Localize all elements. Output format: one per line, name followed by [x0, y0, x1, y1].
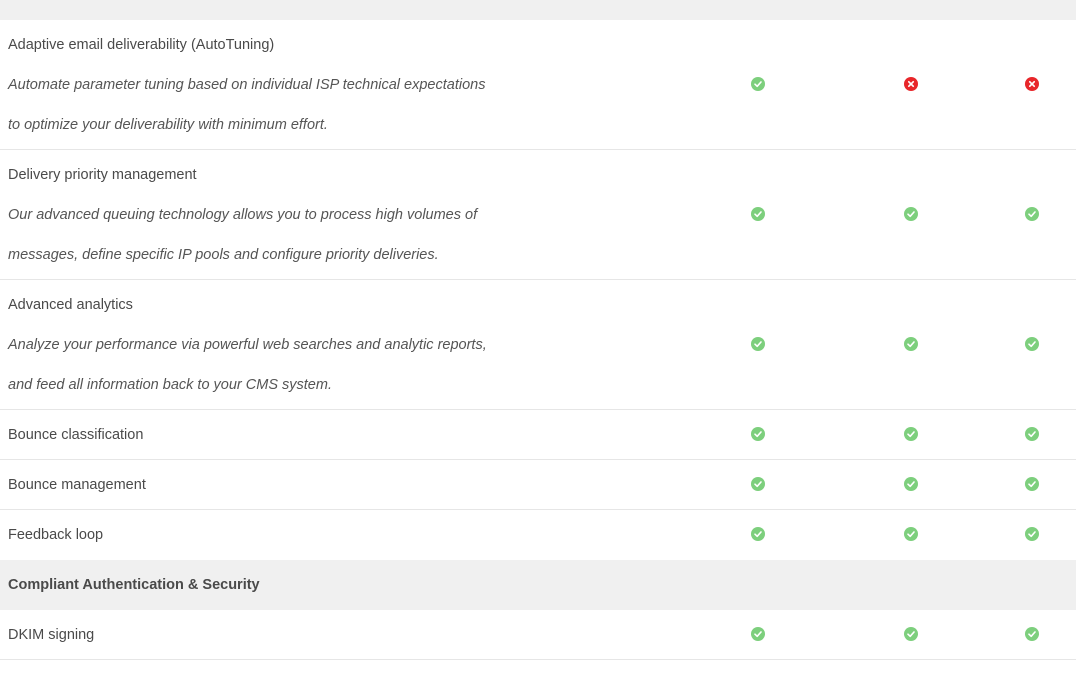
table-row: DKIM signing	[0, 610, 1076, 660]
check-icon	[1025, 207, 1039, 221]
table-row: Bounce classification	[0, 410, 1076, 460]
check-icon	[1025, 337, 1039, 351]
check-icon	[904, 337, 918, 351]
check-icon	[904, 207, 918, 221]
table-row: Delivery priority management Our advance…	[0, 150, 1076, 280]
check-icon	[751, 337, 765, 351]
feature-title: Delivery priority management	[8, 167, 197, 183]
feature-comparison-table: Adaptive email deliverability (AutoTunin…	[0, 0, 1076, 675]
feature-title: Bounce classification	[8, 427, 144, 443]
feature-description-line: and feed all information back to your CM…	[8, 377, 332, 393]
table-row: Feedback loop	[0, 510, 1076, 559]
check-icon	[1025, 477, 1039, 491]
check-icon	[751, 77, 765, 91]
feature-title: DKIM signing	[8, 627, 95, 643]
feature-description-line: messages, define specific IP pools and c…	[8, 247, 439, 263]
cross-icon	[1025, 77, 1039, 91]
check-icon	[751, 427, 765, 441]
feature-description-line: to optimize your deliverability with min…	[8, 117, 328, 133]
check-icon	[1025, 427, 1039, 441]
feature-title: Bounce management	[8, 477, 146, 493]
check-icon	[751, 477, 765, 491]
table-row: Advanced analytics Analyze your performa…	[0, 280, 1076, 410]
check-icon	[751, 207, 765, 221]
check-icon	[904, 477, 918, 491]
feature-title: Adaptive email deliverability (AutoTunin…	[8, 37, 275, 53]
check-icon	[904, 427, 918, 441]
section-header-band-top	[0, 0, 1076, 20]
feature-title: Advanced analytics	[8, 297, 133, 313]
table-row: Bounce management	[0, 460, 1076, 510]
section-title: Compliant Authentication & Security	[8, 577, 260, 593]
feature-description-line: Our advanced queuing technology allows y…	[8, 207, 478, 223]
check-icon	[904, 627, 918, 641]
table-row: Adaptive email deliverability (AutoTunin…	[0, 20, 1076, 150]
check-icon	[751, 627, 765, 641]
check-icon	[1025, 627, 1039, 641]
feature-description-line: Analyze your performance via powerful we…	[8, 337, 487, 353]
feature-title: Feedback loop	[8, 527, 104, 543]
check-icon	[1025, 527, 1039, 541]
feature-description-line: Automate parameter tuning based on indiv…	[8, 77, 486, 93]
section-header: Compliant Authentication & Security	[0, 560, 1076, 610]
cross-icon	[904, 77, 918, 91]
check-icon	[904, 527, 918, 541]
check-icon	[751, 527, 765, 541]
